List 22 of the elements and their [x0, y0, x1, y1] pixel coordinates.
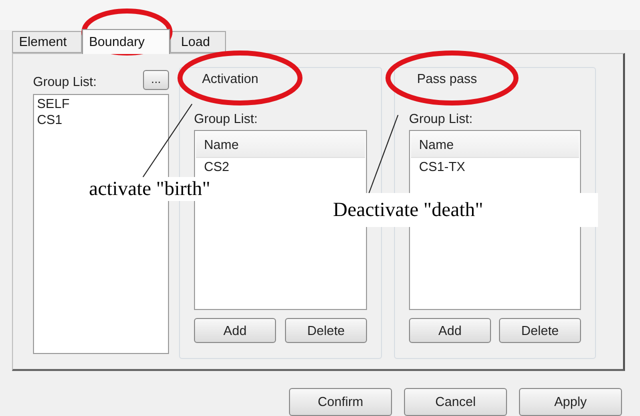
group-list-label: Group List: — [33, 73, 97, 92]
column-header[interactable]: Name — [196, 132, 365, 158]
add-button[interactable]: Add — [409, 318, 491, 343]
panel-title: Pass pass — [417, 70, 478, 88]
tab[interactable]: Boundary — [82, 29, 170, 54]
browse-button[interactable]: ... — [143, 70, 169, 90]
cancel-button[interactable]: Cancel — [404, 388, 507, 416]
list-item[interactable]: CS1 — [37, 112, 168, 128]
delete-button[interactable]: Delete — [499, 318, 581, 343]
table-row[interactable]: CS1-TX — [410, 158, 580, 176]
delete-button[interactable]: Delete — [285, 318, 367, 343]
list-label: Group List: — [194, 110, 259, 128]
list-item[interactable]: SELF — [37, 96, 168, 112]
apply-button[interactable]: Apply — [519, 388, 622, 416]
add-button[interactable]: Add — [194, 318, 276, 343]
panel-title: Activation — [202, 70, 260, 88]
table-row[interactable]: CS2 — [195, 158, 366, 176]
confirm-button[interactable]: Confirm — [289, 388, 392, 416]
tab[interactable]: Load — [170, 31, 226, 53]
list-label: Group List: — [409, 110, 474, 128]
tab[interactable]: Element — [12, 31, 82, 53]
column-header[interactable]: Name — [411, 132, 579, 158]
